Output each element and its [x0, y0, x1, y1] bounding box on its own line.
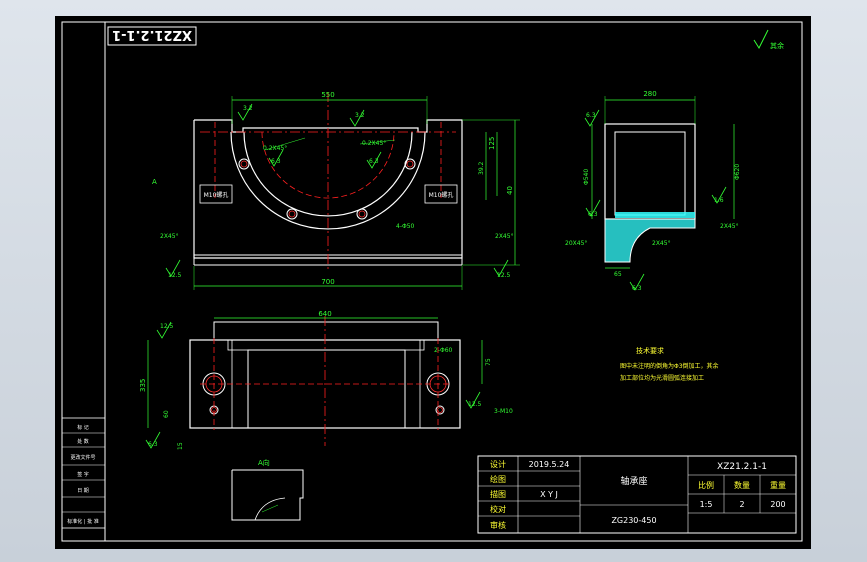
- tb-header-qty: 数量: [734, 480, 750, 490]
- front-top-width-dim: 550: [321, 91, 334, 99]
- drawing-sheet: XZ21.2.1-1 其余 M10螺孔 M10螺孔 550 700 40 125…: [55, 16, 811, 549]
- front-roughness-4: 6.3: [369, 158, 379, 165]
- drawing-code-stamp: XZ21.2.1-1: [107, 26, 197, 46]
- front-roughness-6: 12.5: [497, 272, 511, 279]
- front-total-height-dim: 40: [506, 186, 514, 195]
- top-side-dim-2: 15: [177, 442, 184, 450]
- revision-row-5: 日 期: [77, 488, 89, 494]
- tb-header-weight: 重量: [770, 480, 786, 490]
- front-roughness-1: 3.2: [243, 105, 253, 112]
- tb-header-scale: 比例: [698, 480, 714, 490]
- tb-material: ZG230-450: [611, 516, 656, 525]
- tb-label-review: 审核: [490, 520, 506, 530]
- side-width-dim: 280: [643, 90, 656, 98]
- side-chamfer-a: 2X45°: [720, 223, 739, 230]
- tb-part-name: 轴承座: [620, 475, 647, 487]
- revision-row-4: 签 字: [77, 471, 89, 478]
- side-roughness-2: 6.3: [588, 211, 598, 218]
- svg-text:A: A: [152, 178, 157, 186]
- cad-viewport[interactable]: XZ21.2.1-1 其余 M10螺孔 M10螺孔 550 700 40 125…: [0, 0, 867, 562]
- drawing-code-text: XZ21.2.1-1: [112, 27, 192, 42]
- tb-value-weight: 200: [770, 500, 785, 509]
- side-roughness-4: 6.3: [632, 285, 642, 292]
- revision-row-6: 标准化 | 批 准: [67, 518, 98, 525]
- side-bottom-dim: 65: [614, 271, 622, 278]
- revision-row-2: 处 数: [77, 438, 89, 445]
- front-chamfer-left: 2X45°: [160, 233, 179, 240]
- top-roughness-3: 12.5: [468, 401, 482, 408]
- tb-value-tracing: X Y J: [540, 490, 558, 499]
- top-roughness-1: 12.5: [160, 323, 174, 330]
- top-height-dim: 335: [139, 379, 147, 392]
- notes-line-2: 加工部位均为光滑圆弧连接加工: [620, 374, 704, 382]
- tb-value-scale: 1:5: [700, 500, 713, 509]
- revision-row-1: 标 记: [77, 424, 89, 431]
- tb-label-check: 校对: [490, 504, 506, 514]
- notes-title: 技术要求: [636, 346, 664, 355]
- revision-row-3: 更改文件号: [70, 454, 95, 461]
- bolt-label-right: M10螺孔: [429, 191, 454, 199]
- tb-drawing-number: XZ21.2.1-1: [717, 462, 767, 472]
- top-width-dim: 640: [318, 310, 331, 318]
- tb-value-design: 2019.5.24: [529, 460, 570, 469]
- tb-label-design: 设计: [490, 459, 506, 469]
- tb-label-tracing: 描图: [490, 489, 506, 499]
- tb-value-qty: 2: [739, 500, 744, 509]
- side-chamfer-c: 2X45°: [652, 240, 671, 247]
- front-holes-label: 4-Φ50: [396, 223, 415, 230]
- bolt-label-left: M10螺孔: [204, 191, 229, 199]
- top-roughness-2: 6.3: [148, 441, 158, 448]
- front-roughness-3: 3.2: [355, 112, 365, 119]
- side-height-left-dim: Φ540: [583, 169, 590, 185]
- tb-label-drawing: 绘图: [490, 474, 506, 484]
- roughness-other-label: 其余: [770, 41, 784, 50]
- front-chamfer-right: 2X45°: [495, 233, 514, 240]
- notes-line-1: 图中未注明的倒角为Φ3倒加工，其余: [620, 362, 719, 370]
- front-slot-depth-dim: 125: [488, 137, 496, 150]
- front-roughness-2: 6.3: [271, 158, 281, 165]
- detail-label: A向: [258, 458, 270, 467]
- front-chamfer-small: 0.2X45°: [263, 145, 287, 152]
- front-chamfer-big: 0.2X45°: [362, 140, 386, 147]
- top-small-dim: 3-M10: [494, 408, 513, 415]
- side-height-right-dim: Φ620: [734, 164, 741, 180]
- side-roughness-3: 1.6: [714, 197, 724, 204]
- top-hole-label: 2-Φ60: [434, 347, 453, 354]
- side-chamfer-b: 20X45°: [565, 240, 587, 247]
- front-bottom-width-dim: 700: [321, 278, 334, 286]
- front-side-height-dim: 39.2: [478, 161, 485, 175]
- top-right-dim: 75: [485, 358, 492, 366]
- drawing-canvas: [55, 16, 811, 549]
- front-roughness-5: 12.5: [168, 272, 182, 279]
- top-side-dim-1: 60: [163, 410, 170, 418]
- side-roughness-1: 6.3: [586, 112, 596, 119]
